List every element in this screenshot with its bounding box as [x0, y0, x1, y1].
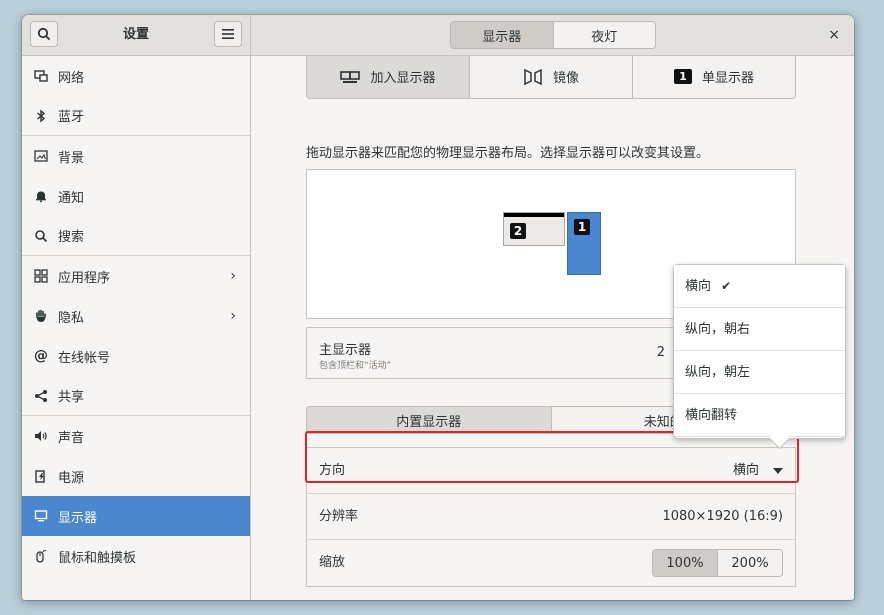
check-icon: ✔ [721, 279, 732, 293]
single-display-icon: 1 [673, 69, 692, 84]
sidebar-item-notifications[interactable]: 通知 [22, 176, 250, 216]
bluetooth-icon [34, 109, 48, 123]
sidebar: 网络 蓝牙 背景 通知 搜索 应用程序 › 隐私 › @ 在线帐号 共享 声音 … [22, 56, 251, 600]
sidebar-item-power[interactable]: 电源 [22, 456, 250, 496]
chevron-right-icon: › [230, 268, 236, 284]
speaker-icon [34, 429, 48, 443]
scale-row: 缩放 100% 200% [307, 540, 795, 586]
mouse-icon [34, 549, 48, 563]
share-icon [34, 389, 48, 403]
dropdown-arrow-icon [773, 467, 783, 474]
sidebar-item-privacy[interactable]: 隐私 › [22, 296, 250, 336]
display-settings-list: 方向 横向 分辨率 1080×1920 (16:9) 缩放 100% 200% [306, 447, 796, 587]
monitor-2[interactable]: 2 [503, 212, 565, 246]
sidebar-item-label: 蓝牙 [58, 110, 85, 125]
orientation-label: 方向 [319, 463, 346, 478]
join-displays-icon [340, 70, 361, 83]
sidebar-item-label: 隐私 [58, 310, 85, 326]
sidebar-item-label: 共享 [58, 390, 85, 405]
background-icon [34, 149, 48, 163]
tab-display[interactable]: 显示器 [451, 22, 553, 48]
close-icon: × [828, 27, 840, 43]
sidebar-item-applications[interactable]: 应用程序 › [22, 256, 250, 296]
monitor-number-badge: 2 [510, 223, 526, 239]
scale-selector: 100% 200% [652, 549, 783, 577]
scale-100-button[interactable]: 100% [653, 550, 717, 576]
close-button[interactable]: × [828, 15, 840, 55]
sidebar-item-label: 通知 [58, 190, 85, 206]
sidebar-item-label: 搜索 [58, 230, 85, 245]
menu-button[interactable] [214, 21, 242, 47]
orientation-row[interactable]: 方向 横向 [307, 448, 795, 494]
sidebar-item-label: 电源 [58, 470, 85, 486]
chevron-right-icon: › [230, 308, 236, 324]
top-bar-indicator [504, 213, 564, 217]
sidebar-item-background[interactable]: 背景 [22, 136, 250, 176]
tab-night-light[interactable]: 夜灯 [552, 22, 655, 48]
sidebar-headerbar: 设置 [22, 15, 251, 56]
arrangement-hint: 拖动显示器来匹配您的物理显示器布局。选择显示器可以改变其设置。 [306, 146, 710, 161]
scale-200-button[interactable]: 200% [717, 550, 782, 576]
resolution-value: 1080×1920 (16:9) [662, 509, 783, 524]
content-headerbar: 显示器 夜灯 × [251, 15, 854, 56]
resolution-label: 分辨率 [319, 509, 359, 524]
primary-display-value: 2 [656, 345, 665, 360]
orientation-option-landscape[interactable]: 横向 ✔ [674, 265, 845, 308]
view-switcher: 显示器 夜灯 [450, 21, 656, 49]
sidebar-item-online-accounts[interactable]: @ 在线帐号 [22, 336, 250, 376]
display-mode-selector: 加入显示器 镜像 1 单显示器 [306, 56, 796, 99]
single-display-button[interactable]: 1 单显示器 [632, 56, 795, 98]
sidebar-item-label: 鼠标和触摸板 [58, 550, 137, 566]
apps-grid-icon [34, 269, 48, 283]
scale-label: 缩放 [319, 555, 346, 570]
sidebar-item-label: 应用程序 [58, 270, 111, 286]
power-icon [34, 469, 48, 483]
sidebar-item-network[interactable]: 网络 [22, 56, 250, 96]
mirror-icon [524, 68, 542, 85]
monitor-1[interactable]: 1 [567, 212, 601, 275]
sidebar-item-mouse-touchpad[interactable]: 鼠标和触摸板 [22, 536, 250, 576]
display-icon [34, 509, 48, 523]
primary-display-subtitle: 包含顶栏和“活动” [319, 361, 392, 371]
primary-display-title: 主显示器 [319, 343, 372, 358]
sidebar-item-label: 显示器 [58, 510, 98, 526]
orientation-popover: 横向 ✔ 纵向，朝右 纵向，朝左 横向翻转 [673, 264, 846, 450]
network-icon [34, 69, 48, 83]
sidebar-item-search[interactable]: 搜索 [22, 216, 250, 256]
orientation-option-landscape-flipped[interactable]: 横向翻转 [674, 394, 845, 437]
tab-builtin-display[interactable]: 内置显示器 [307, 407, 551, 433]
bell-icon [34, 189, 48, 203]
sidebar-item-sound[interactable]: 声音 [22, 416, 250, 456]
at-icon: @ [34, 348, 48, 364]
sidebar-item-label: 声音 [58, 430, 85, 446]
sidebar-item-sharing[interactable]: 共享 [22, 376, 250, 416]
search-icon [34, 229, 48, 243]
monitor-number-badge: 1 [574, 219, 590, 235]
orientation-dropdown[interactable]: 横向 [733, 448, 783, 494]
mirror-button[interactable]: 镜像 [469, 56, 632, 98]
sidebar-item-label: 网络 [58, 70, 85, 86]
orientation-option-portrait-right[interactable]: 纵向，朝右 [674, 308, 845, 351]
resolution-row[interactable]: 分辨率 1080×1920 (16:9) [307, 494, 795, 540]
orientation-option-portrait-left[interactable]: 纵向，朝左 [674, 351, 845, 394]
sidebar-item-bluetooth[interactable]: 蓝牙 [22, 96, 250, 136]
join-displays-button[interactable]: 加入显示器 [307, 56, 469, 98]
sidebar-item-displays[interactable]: 显示器 [22, 496, 250, 536]
sidebar-item-label: 在线帐号 [58, 350, 111, 366]
hand-icon [34, 309, 48, 323]
hamburger-icon [222, 29, 234, 39]
sidebar-item-label: 背景 [58, 150, 85, 166]
